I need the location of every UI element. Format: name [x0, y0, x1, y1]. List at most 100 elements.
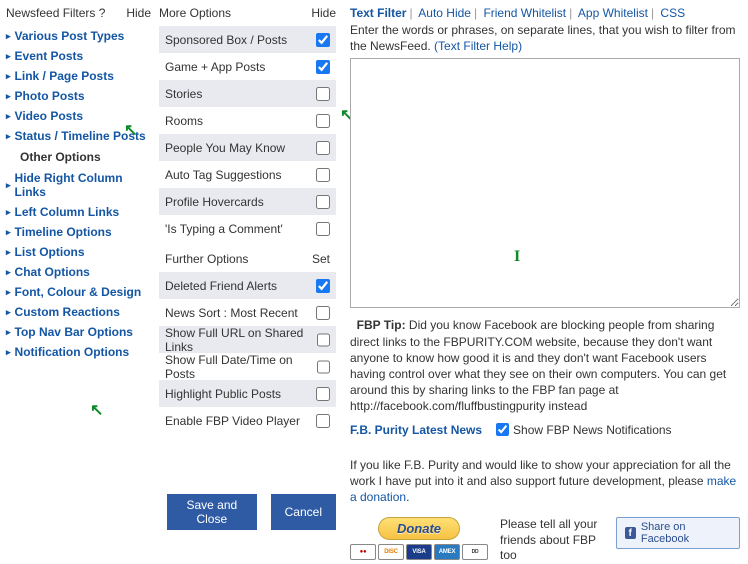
tab-app-whitelist[interactable]: App Whitelist: [578, 6, 648, 20]
sidebar-item[interactable]: ▸ Event Posts: [6, 46, 151, 66]
option-row: Highlight Public Posts: [159, 380, 336, 407]
sidebar-item[interactable]: ▸ Various Post Types: [6, 26, 151, 46]
triangle-icon: ▸: [6, 307, 11, 318]
sidebar-item[interactable]: ▸Notification Options: [6, 342, 151, 362]
option-row: Stories: [159, 80, 336, 107]
option-row: Sponsored Box / Posts: [159, 26, 336, 53]
sidebar-item-label: Timeline Options: [15, 225, 112, 239]
option-row: Game + App Posts: [159, 53, 336, 80]
news-notifications-checkbox[interactable]: [496, 423, 509, 436]
sidebar-newsfeed-filters: Newsfeed Filters ? Hide ▸Various Post Ty…: [0, 0, 155, 532]
sidebar-item-label: Status / Timeline Posts: [15, 129, 146, 143]
option-checkbox[interactable]: [316, 222, 330, 236]
sidebar-item[interactable]: ▸ Video Posts: [6, 106, 151, 126]
option-label: Rooms: [165, 114, 203, 128]
more-options-title: More Options: [159, 6, 231, 20]
sidebar-item[interactable]: ▸ Timeline Options: [6, 222, 151, 242]
sidebar-item-label: Font, Colour & Design: [15, 285, 142, 299]
text-filter-help-link[interactable]: (Text Filter Help): [434, 39, 522, 53]
tab-friend-whitelist[interactable]: Friend Whitelist: [483, 6, 566, 20]
news-notifications-toggle[interactable]: Show FBP News Notifications: [496, 423, 672, 437]
option-label: Show Full URL on Shared Links: [165, 326, 317, 354]
sidebar-item-label: Video Posts: [15, 109, 83, 123]
donate-button[interactable]: Donate: [378, 517, 460, 540]
option-checkbox[interactable]: [316, 414, 330, 428]
directdebit-icon: DD: [462, 544, 488, 560]
option-checkbox[interactable]: [316, 141, 330, 155]
option-row: Profile Hovercards: [159, 188, 336, 215]
option-label: Sponsored Box / Posts: [165, 33, 287, 47]
latest-news-link[interactable]: F.B. Purity Latest News: [350, 423, 482, 437]
tab-auto-hide[interactable]: Auto Hide: [418, 6, 471, 20]
sidebar-item[interactable]: ▸Custom Reactions: [6, 302, 151, 322]
option-checkbox[interactable]: [316, 87, 330, 101]
triangle-icon: ▸: [6, 51, 11, 62]
option-checkbox[interactable]: [316, 306, 330, 320]
facebook-icon: f: [625, 527, 636, 539]
option-checkbox[interactable]: [316, 387, 330, 401]
further-options-title: Further Options: [165, 252, 248, 266]
visa-icon: VISA: [406, 544, 432, 560]
sidebar-item[interactable]: ▸Left Column Links: [6, 202, 151, 222]
discover-icon: DISC: [378, 544, 404, 560]
text-filter-input[interactable]: [350, 58, 740, 308]
option-label: Show Full Date/Time on Posts: [165, 353, 317, 381]
option-label: Auto Tag Suggestions: [165, 168, 282, 182]
sidebar-item-label: Photo Posts: [15, 89, 85, 103]
sidebar-item-label: Link / Page Posts: [15, 69, 114, 83]
option-checkbox[interactable]: [316, 33, 330, 47]
sidebar-item[interactable]: ▸List Options: [6, 242, 151, 262]
other-options-label: Other Options: [6, 146, 151, 168]
option-checkbox[interactable]: [316, 114, 330, 128]
sidebar-item-label: Event Posts: [15, 49, 84, 63]
option-row: Deleted Friend Alerts: [159, 272, 336, 299]
sidebar-item[interactable]: ▸Hide Right Column Links: [6, 168, 151, 202]
option-checkbox[interactable]: [316, 279, 330, 293]
option-row: Rooms: [159, 107, 336, 134]
sidebar-item[interactable]: ▸Top Nav Bar Options: [6, 322, 151, 342]
sidebar-item[interactable]: ▸ Link / Page Posts: [6, 66, 151, 86]
triangle-icon: ▸: [6, 111, 11, 122]
option-checkbox[interactable]: [316, 60, 330, 74]
sidebar-item[interactable]: ▸ Font, Colour & Design: [6, 282, 151, 302]
mastercard-icon: ●●: [350, 544, 376, 560]
option-row: Show Full URL on Shared Links: [159, 326, 336, 353]
triangle-icon: ▸: [6, 131, 11, 142]
option-row: 'Is Typing a Comment': [159, 215, 336, 242]
cursor-icon: ↖: [90, 400, 103, 420]
amex-icon: AMEX: [434, 544, 460, 560]
cancel-button[interactable]: Cancel: [271, 494, 336, 530]
triangle-icon: ▸: [6, 287, 11, 298]
fbp-tip: FBP Tip: Did you know Facebook are block…: [350, 317, 740, 414]
sidebar-item[interactable]: ▸Chat Options: [6, 262, 151, 282]
tab-text-filter[interactable]: Text Filter: [350, 6, 406, 20]
help-icon[interactable]: ?: [99, 6, 106, 20]
sidebar-item-label: Top Nav Bar Options: [15, 325, 133, 339]
intro-text: Enter the words or phrases, on separate …: [350, 22, 740, 54]
option-row: News Sort : Most Recent: [159, 299, 336, 326]
option-label: Deleted Friend Alerts: [165, 279, 277, 293]
sidebar-item-label: Hide Right Column Links: [15, 171, 151, 199]
payment-cards: ●● DISC VISA AMEX DD: [350, 544, 488, 560]
option-checkbox[interactable]: [317, 333, 330, 347]
tab-css[interactable]: CSS: [660, 6, 685, 20]
sidebar-title: Newsfeed Filters: [6, 6, 95, 20]
triangle-icon: ▸: [6, 227, 11, 238]
share-facebook-button[interactable]: f Share on Facebook: [616, 517, 740, 549]
triangle-icon: ▸: [6, 247, 11, 258]
sidebar-item[interactable]: ▸Photo Posts: [6, 86, 151, 106]
sidebar-item-label: Various Post Types: [15, 29, 125, 43]
column-hide-label: Hide: [311, 6, 336, 20]
triangle-icon: ▸: [6, 31, 11, 42]
option-label: People You May Know: [165, 141, 285, 155]
option-label: 'Is Typing a Comment': [165, 222, 283, 236]
option-checkbox[interactable]: [316, 195, 330, 209]
triangle-icon: ▸: [6, 71, 11, 82]
filter-tabs: Text Filter| Auto Hide| Friend Whitelist…: [350, 6, 740, 20]
option-row: Auto Tag Suggestions: [159, 161, 336, 188]
option-checkbox[interactable]: [317, 360, 330, 374]
option-label: News Sort : Most Recent: [165, 306, 298, 320]
sidebar-item[interactable]: ▸ Status / Timeline Posts: [6, 126, 151, 146]
save-button[interactable]: Save and Close: [167, 494, 257, 530]
option-checkbox[interactable]: [316, 168, 330, 182]
